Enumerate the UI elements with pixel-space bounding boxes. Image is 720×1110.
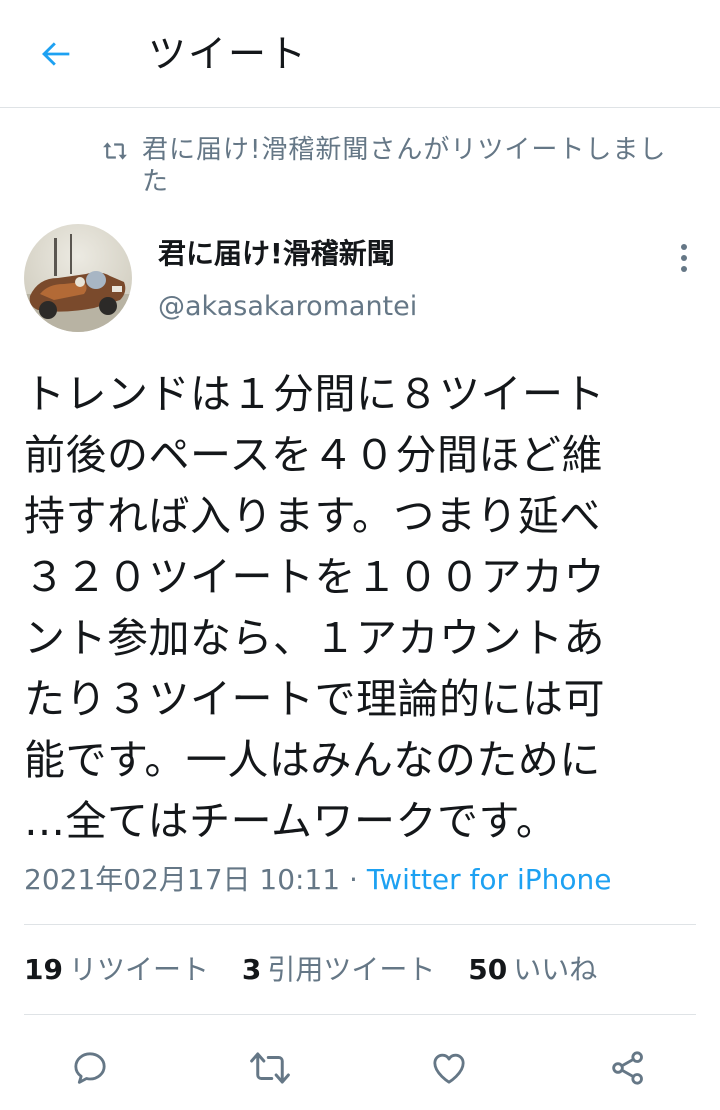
reply-icon (74, 1052, 106, 1084)
tweet-meta: 2021年02月17日 10:11 · Twitter for iPhone (24, 860, 611, 900)
top-app-bar: ツイート (0, 0, 720, 108)
author-name[interactable]: 君に届け!滑稽新聞 (158, 236, 395, 272)
likes-count: 50 (468, 953, 508, 986)
retweets-count: 19 (24, 953, 63, 986)
retweets-label: リツイート (68, 953, 209, 986)
heart-icon (433, 1053, 465, 1084)
page-title: ツイート (148, 32, 309, 76)
share-button[interactable] (600, 1040, 656, 1096)
quotes-count: 3 (241, 953, 262, 986)
tweet-timestamp: 2021年02月17日 10:11 (24, 863, 341, 896)
meta-separator: · (340, 863, 367, 896)
back-button[interactable] (30, 28, 82, 80)
tweet-author: 君に届け!滑稽新聞 @akasakaromantei (24, 224, 696, 334)
retweet-icon (250, 1052, 290, 1084)
retweet-context: 君に届け!滑稽新聞さんがリツイートしました (102, 134, 682, 198)
tweet-stats: 19 リツイート 3 引用ツイート 50 いいね (24, 950, 621, 990)
like-button[interactable] (421, 1040, 477, 1096)
tweet-source-link[interactable]: Twitter for iPhone (367, 863, 612, 896)
retweet-button[interactable] (242, 1040, 298, 1096)
likes-label: いいね (513, 953, 598, 986)
tweet-text: トレンドは１分間に８ツイート 前後のペースを４０分間ほど維 持すれば入ります。つ… (24, 370, 605, 845)
avatar[interactable] (24, 224, 132, 332)
arrow-left-icon (42, 42, 70, 66)
quotes-label: 引用ツイート (267, 953, 436, 986)
more-vertical-icon (681, 244, 687, 272)
likes-stat[interactable]: 50 いいね (468, 950, 597, 990)
author-handle[interactable]: @akasakaromantei (158, 290, 417, 324)
retweet-icon (102, 134, 142, 198)
retweets-stat[interactable]: 19 リツイート (24, 950, 209, 990)
share-icon (612, 1051, 643, 1085)
more-options-button[interactable] (672, 238, 696, 278)
reply-button[interactable] (62, 1040, 118, 1096)
tweet-action-bar (0, 1036, 720, 1096)
divider (24, 1014, 696, 1015)
quotes-stat[interactable]: 3 引用ツイート (242, 950, 436, 990)
divider (24, 924, 696, 925)
retweet-context-text[interactable]: 君に届け!滑稽新聞さんがリツイートしました (142, 134, 682, 198)
